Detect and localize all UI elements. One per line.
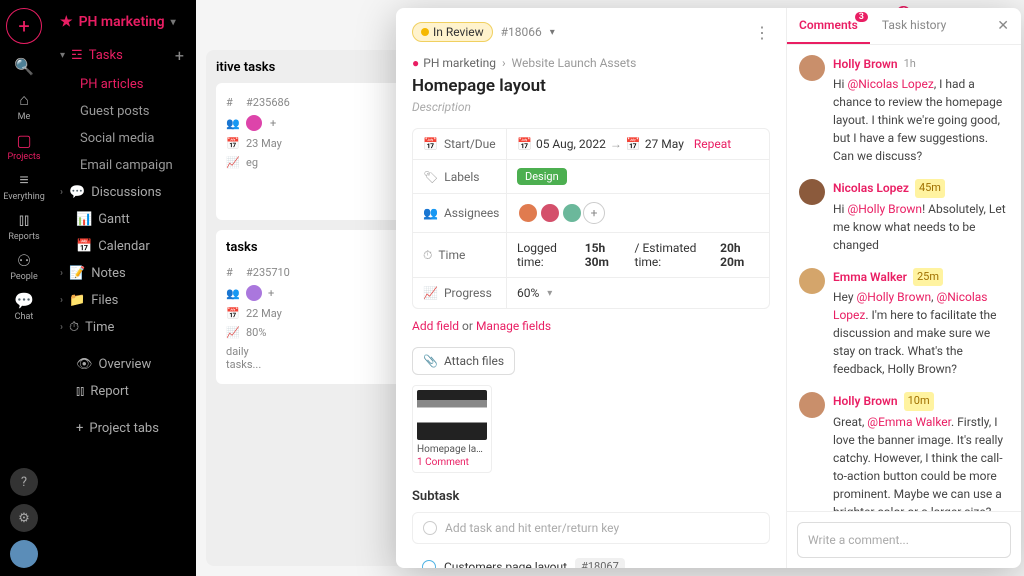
rail-projects[interactable]: ▢Projects <box>6 128 42 164</box>
start-due-value[interactable]: 📅05 Aug, 2022→📅27 MayRepeat <box>507 129 769 159</box>
sidebar-item[interactable]: Social media <box>48 125 196 152</box>
chevron-down-icon[interactable]: ▾ <box>550 27 555 38</box>
assignees-value[interactable]: + <box>507 194 769 232</box>
comment: Nicolas Lopez 45m Hi @Holly Brown! Absolut… <box>799 179 1009 254</box>
search-button[interactable]: 🔍 <box>6 48 42 84</box>
comment-input[interactable]: Write a comment... <box>797 522 1011 558</box>
sidebar-tasks[interactable]: ▾☲Tasks+ <box>48 40 196 71</box>
nav-rail: + 🔍 ⌂Me ▢Projects ≡Everything ⫾⫾Reports … <box>0 0 48 576</box>
subtask-input[interactable]: Add task and hit enter/return key <box>412 512 770 544</box>
comment-author[interactable]: Holly Brown <box>833 55 898 73</box>
tag-icon: 🏷 <box>423 170 438 184</box>
breadcrumb[interactable]: ●PH marketing › Website Launch Assets <box>412 56 770 70</box>
labels-value[interactable]: Design <box>507 160 769 193</box>
add-assignee-button[interactable]: + <box>583 202 605 224</box>
chevron-down-icon: ▾ <box>171 17 176 28</box>
comment-text: Hi @Holly Brown! Absolutely, Let me know… <box>833 200 1009 254</box>
comment-author[interactable]: Holly Brown <box>833 392 898 410</box>
rail-people[interactable]: ⚇People <box>6 248 42 284</box>
attach-files-button[interactable]: 📎Attach files <box>412 347 515 375</box>
comment: Emma Walker 25mHey @Holly Brown, @Nicolas… <box>799 268 1009 379</box>
add-field-row: Add field or Manage fields <box>412 319 770 333</box>
project-title[interactable]: ★PH marketing▾ <box>48 10 196 40</box>
more-icon[interactable]: ⋮ <box>754 23 770 42</box>
comment-avatar[interactable] <box>799 392 825 418</box>
settings-button[interactable]: ⚙ <box>10 504 38 532</box>
tab-history[interactable]: Task history <box>870 8 959 44</box>
calendar-icon: 📅 <box>423 137 438 151</box>
progress-value[interactable]: 60%▾ <box>507 278 769 308</box>
chevron-down-icon: ▾ <box>547 288 552 299</box>
sidebar-project-tabs[interactable]: +Project tabs <box>48 415 196 442</box>
star-icon: ★ <box>60 14 73 30</box>
comment-time: 10m <box>904 392 934 411</box>
comment-author[interactable]: Nicolas Lopez <box>833 179 909 197</box>
task-details: In Review #18066 ▾ ⋮ ●PH marketing › Web… <box>396 8 786 568</box>
sidebar-report[interactable]: ⫾⫾Report <box>48 378 196 405</box>
rail-reports[interactable]: ⫾⫾Reports <box>6 208 42 244</box>
comments-panel: Comments3 Task history ✕ Holly Brown 1h Hi… <box>786 8 1021 568</box>
comment-avatar[interactable] <box>799 55 825 81</box>
add-task-icon[interactable]: + <box>175 46 184 65</box>
tab-comments[interactable]: Comments3 <box>787 8 870 44</box>
attachment-thumb[interactable]: Homepage layo... 1 Comment <box>412 385 492 473</box>
task-meta-table: 📅Start/Due 📅05 Aug, 2022→📅27 MayRepeat 🏷… <box>412 128 770 309</box>
subtask-heading: Subtask <box>412 489 770 504</box>
sidebar-item[interactable]: Email campaign <box>48 152 196 179</box>
comment: Holly Brown 10m Great, @Emma Walker. First… <box>799 392 1009 511</box>
comment: Holly Brown 1h Hi @Nicolas Lopez, I had a … <box>799 55 1009 165</box>
sidebar-calendar[interactable]: 📅Calendar <box>48 233 196 260</box>
manage-fields-link[interactable]: Manage fields <box>476 319 551 333</box>
chart-icon: 📈 <box>423 286 438 300</box>
task-id: #18066 <box>501 25 542 39</box>
clock-icon: ⏱ <box>423 248 432 263</box>
comment-time: 1h <box>904 56 916 73</box>
time-value[interactable]: Logged time: 15h 30m / Estimated time: 2… <box>507 233 769 277</box>
comment-input-area: Write a comment... <box>787 511 1021 568</box>
sidebar-gantt[interactable]: 📊Gantt <box>48 206 196 233</box>
sidebar-item[interactable]: Guest posts <box>48 98 196 125</box>
comment-time: 25m <box>913 268 943 287</box>
comment-time: 45m <box>915 179 945 198</box>
user-avatar[interactable] <box>10 540 38 568</box>
rail-everything[interactable]: ≡Everything <box>6 168 42 204</box>
rail-chat[interactable]: 💬Chat <box>6 288 42 324</box>
task-description[interactable]: Description <box>412 100 770 114</box>
comment-avatar[interactable] <box>799 268 825 294</box>
comment-text: Hey @Holly Brown, @Nicolas Lopez. I'm he… <box>833 288 1009 378</box>
add-button[interactable]: + <box>6 8 42 44</box>
people-icon: 👥 <box>423 206 438 220</box>
rail-me[interactable]: ⌂Me <box>6 88 42 124</box>
help-button[interactable]: ? <box>10 468 38 496</box>
sidebar-overview[interactable]: 👁Overview <box>48 351 196 378</box>
sidebar-item[interactable]: PH articles <box>48 71 196 98</box>
sidebar-notes[interactable]: ›📝Notes <box>48 260 196 287</box>
close-button[interactable]: ✕ <box>985 8 1021 44</box>
comment-text: Great, @Emma Walker. Firstly, I love the… <box>833 413 1009 512</box>
sidebar: ★PH marketing▾ ▾☲Tasks+ PH articles Gues… <box>48 0 196 576</box>
comment-author[interactable]: Emma Walker <box>833 268 907 286</box>
comment-text: Hi @Nicolas Lopez, I had a chance to rev… <box>833 75 1009 165</box>
comment-avatar[interactable] <box>799 179 825 205</box>
paperclip-icon: 📎 <box>423 354 438 368</box>
thumbnail-image <box>417 390 487 440</box>
add-field-link[interactable]: Add field <box>412 319 459 333</box>
task-title[interactable]: Homepage layout <box>412 76 770 96</box>
main-content: + 👤1 ▼2 +5 ⋮ itive tasks ##235686 👥+ 📅23… <box>196 0 1024 576</box>
status-chip[interactable]: In Review <box>412 22 493 42</box>
task-modal: In Review #18066 ▾ ⋮ ●PH marketing › Web… <box>396 8 1021 568</box>
sidebar-time[interactable]: ›⏱Time <box>48 314 196 341</box>
sidebar-files[interactable]: ›📁Files <box>48 287 196 314</box>
sidebar-discussions[interactable]: ›💬Discussions <box>48 179 196 206</box>
subtask-row[interactable]: Customers page layout#18067 <box>412 552 770 568</box>
